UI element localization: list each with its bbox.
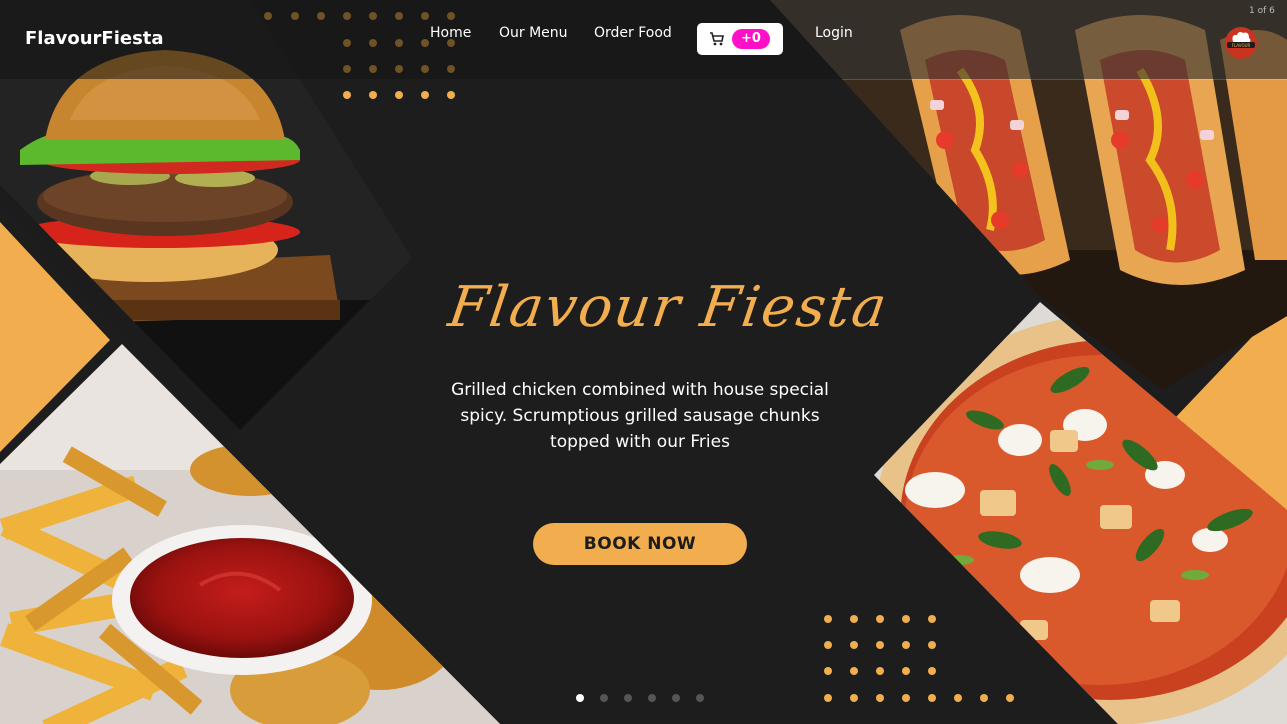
dots-top-left-bright [343, 91, 455, 99]
pizza-photo [874, 302, 1287, 724]
carousel-dot-2[interactable] [600, 694, 608, 702]
slide-counter: 1 of 6 [1249, 6, 1275, 16]
nav-login-link[interactable]: Login [815, 25, 853, 41]
svg-text:Flavour Fiesta: Flavour Fiesta [444, 275, 890, 340]
carousel-dot-1[interactable] [576, 694, 584, 702]
hero-description-line-3: topped with our Fries [550, 432, 730, 452]
next-slide-arrow-icon[interactable] [1262, 354, 1272, 370]
hero-description-line-2: spicy. Scrumptious grilled sausage chunk… [460, 406, 820, 426]
carousel-dot-3[interactable] [624, 694, 632, 702]
nav-menu-link[interactable]: Our Menu [499, 25, 568, 41]
cart-icon [710, 32, 724, 46]
hero-description: Grilled chicken combined with house spec… [430, 377, 850, 455]
brand-logo-text[interactable]: FlavourFiesta [25, 28, 164, 49]
cart-button[interactable]: +0 [697, 23, 783, 55]
svg-text:FLAVOUR: FLAVOUR [1232, 43, 1251, 48]
carousel-dots [573, 694, 713, 704]
carousel-dot-4[interactable] [648, 694, 656, 702]
nav-order-link[interactable]: Order Food [594, 25, 672, 41]
nav-home-link[interactable]: Home [430, 25, 471, 41]
dots-bottom-right [824, 615, 1014, 702]
hero-title: Flavour Fiesta [444, 275, 890, 340]
carousel-dot-6[interactable] [696, 694, 704, 702]
hero-slider: FlavourFiesta Home Our Menu Order Food L… [0, 0, 1287, 724]
cart-count-badge: +0 [732, 29, 770, 49]
chef-logo-icon: FLAVOUR [1225, 27, 1257, 59]
book-now-button[interactable]: BOOK NOW [533, 523, 747, 565]
carousel-dot-5[interactable] [672, 694, 680, 702]
hero-description-line-1: Grilled chicken combined with house spec… [451, 380, 829, 400]
